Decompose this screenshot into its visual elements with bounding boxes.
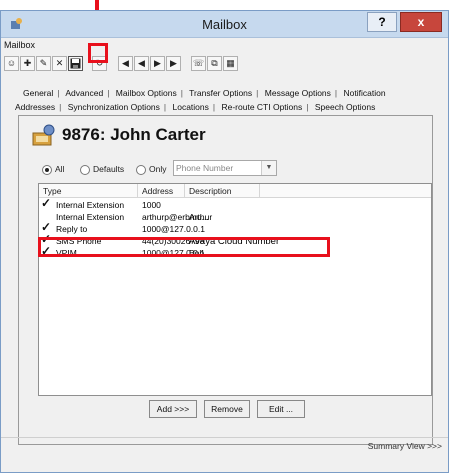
title-bar: Mailbox ? x [1, 11, 448, 38]
edit-button[interactable]: Edit ... [257, 400, 305, 418]
remove-button[interactable]: Remove [204, 400, 250, 418]
delete-icon[interactable]: ✕ [52, 56, 67, 71]
tab-row-1: General | Advanced | Mailbox Options | Tran… [23, 88, 386, 98]
close-button[interactable]: x [400, 12, 442, 32]
filter-only-label: Only [149, 164, 167, 174]
column-type[interactable]: Type [39, 184, 138, 198]
tab-notification[interactable]: Notification [344, 88, 386, 98]
tab-addresses[interactable]: Addresses [15, 102, 55, 112]
radio-all[interactable] [42, 164, 52, 175]
filter-only[interactable]: Only [136, 164, 166, 175]
save-icon[interactable] [68, 56, 83, 71]
phone-icon[interactable]: ☏ [191, 56, 206, 71]
filter-defaults-label: Defaults [93, 164, 125, 174]
tab-mailbox-options[interactable]: Mailbox Options [116, 88, 177, 98]
grid-icon[interactable]: ▦ [223, 56, 238, 71]
row-type: Reply to [56, 224, 88, 234]
tab-transfer-options[interactable]: Transfer Options [189, 88, 252, 98]
copy-icon[interactable]: ⧉ [207, 56, 222, 71]
address-list[interactable]: Type Address Description ✓ Internal Exte… [38, 183, 432, 396]
help-button[interactable]: ? [367, 12, 397, 32]
row-address: 1000 [142, 200, 161, 210]
row-type: Internal Extension [56, 212, 125, 222]
tab-locations[interactable]: Locations [173, 102, 209, 112]
tab-message-options[interactable]: Message Options [265, 88, 331, 98]
checkmark-icon: ✓ [41, 196, 52, 210]
column-description[interactable]: Description [185, 184, 260, 198]
radio-defaults[interactable] [80, 164, 90, 175]
annotation-sms-highlight [38, 237, 330, 257]
tab-general[interactable]: General [23, 88, 53, 98]
tab-speech-options[interactable]: Speech Options [315, 102, 375, 112]
table-row[interactable]: ✓ Reply to 1000@127.0.0.1 [39, 221, 431, 235]
tab-reroute-cti-options[interactable]: Re-route CTI Options [221, 102, 302, 112]
tab-advanced[interactable]: Advanced [65, 88, 103, 98]
page-title: 9876: John Carter [62, 125, 206, 144]
previous-record-icon[interactable]: ◀ [134, 56, 149, 71]
table-row[interactable]: Internal Extension arthurp@erbmu... Arth… [39, 212, 431, 223]
filter-all-label: All [55, 164, 65, 174]
mailbox-user-icon [32, 124, 55, 146]
first-record-icon[interactable]: ◀ [118, 56, 133, 71]
tab-row-2: Addresses | Synchronization Options | Loca… [15, 102, 376, 112]
add-button[interactable]: Add >>> [149, 400, 197, 418]
summary-view-link[interactable]: Summary View >>> [368, 441, 442, 451]
tab-synchronization-options[interactable]: Synchronization Options [68, 102, 160, 112]
menu-mailbox[interactable]: Mailbox [4, 40, 35, 50]
table-row[interactable]: ✓ Internal Extension 1000 [39, 196, 431, 211]
column-address[interactable]: Address [138, 184, 185, 198]
edit-icon[interactable]: ✎ [36, 56, 51, 71]
last-record-icon[interactable]: ▶ [166, 56, 181, 71]
filter-all[interactable]: All [42, 164, 64, 175]
radio-only[interactable] [136, 164, 146, 175]
combo-value: Phone Number [176, 163, 234, 173]
users-icon[interactable]: ☺ [4, 56, 19, 71]
address-type-combo[interactable]: Phone Number ▼ [173, 160, 277, 176]
column-filler [260, 184, 431, 198]
row-address: 1000@127.0.0.1 [142, 224, 205, 234]
row-description: Arthur [189, 212, 213, 222]
annotation-save-highlight [88, 43, 108, 63]
filter-defaults[interactable]: Defaults [80, 164, 124, 175]
next-record-icon[interactable]: ▶ [150, 56, 165, 71]
add-icon[interactable]: ✚ [20, 56, 35, 71]
chevron-down-icon[interactable]: ▼ [261, 161, 276, 175]
row-type: Internal Extension [56, 200, 125, 210]
